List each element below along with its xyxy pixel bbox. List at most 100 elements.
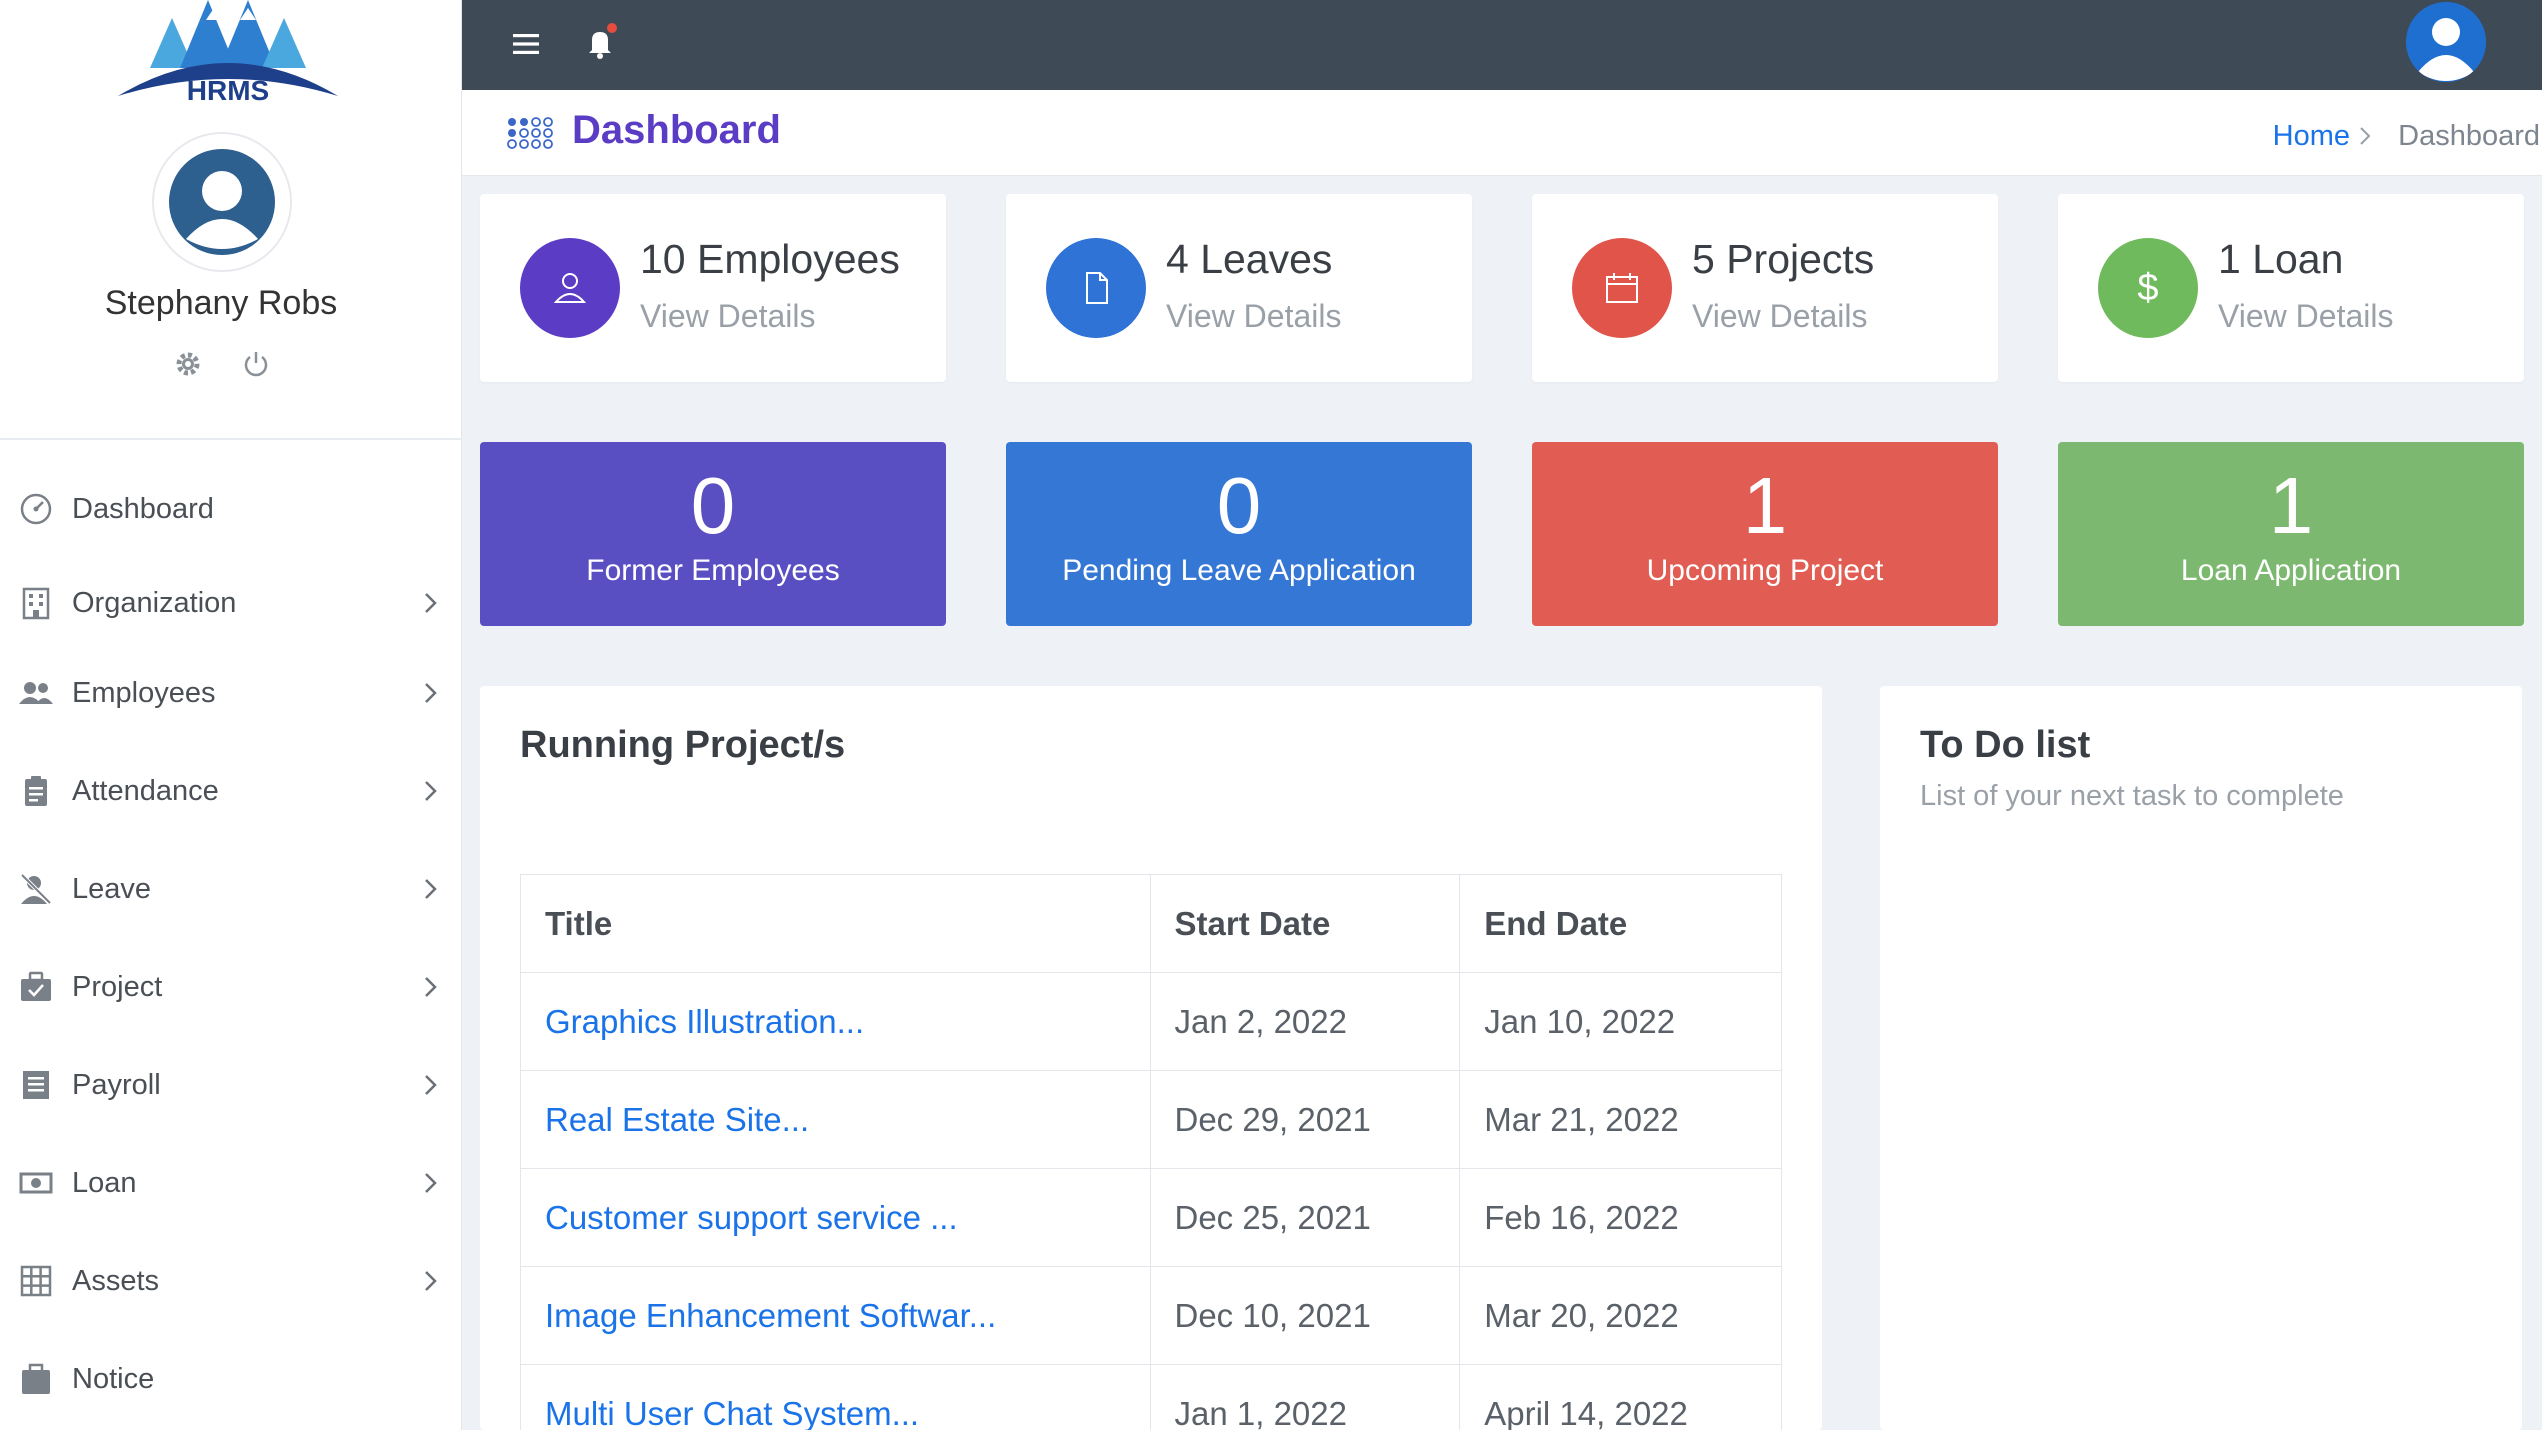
todo-subtitle: List of your next task to complete — [1920, 780, 2344, 812]
column-header-end-date[interactable]: End Date — [1459, 874, 1782, 973]
power-icon[interactable] — [240, 348, 272, 380]
user-tools — [172, 348, 272, 380]
hrms-logo[interactable]: HRMS — [110, 0, 346, 110]
sidebar-item-organization[interactable]: Organization — [0, 568, 462, 638]
person-icon — [520, 238, 620, 338]
former-employees-tile[interactable]: 0 Former Employees — [480, 442, 946, 626]
sidebar-item-label: Attendance — [72, 774, 219, 807]
view-details-link[interactable]: View Details — [2218, 298, 2393, 335]
tile-value: 1 — [2268, 461, 2314, 550]
chevron-right-icon — [418, 1073, 442, 1097]
sidebar-item-loan[interactable]: Loan — [0, 1148, 462, 1218]
menu-toggle-icon[interactable] — [506, 24, 546, 64]
grid-icon — [18, 1263, 54, 1299]
sidebar-item-notice[interactable]: Notice — [0, 1344, 462, 1414]
dollar-icon: $ — [2098, 238, 2198, 338]
stat-card-employees[interactable]: 10 Employees View Details — [480, 194, 946, 382]
project-start-date: Jan 2, 2022 — [1149, 972, 1461, 1071]
tile-label: Upcoming Project — [1646, 554, 1884, 587]
stat-title: 5 Projects — [1692, 236, 1875, 282]
view-details-link[interactable]: View Details — [1692, 298, 1867, 335]
building-icon — [18, 585, 54, 621]
project-end-date: Mar 20, 2022 — [1459, 1266, 1782, 1365]
sidebar-item-label: Employees — [72, 676, 216, 709]
sidebar-item-label: Notice — [72, 1362, 155, 1395]
breadcrumb-home-link[interactable]: Home — [2273, 120, 2350, 153]
page-header: Dashboard Home Dashboard — [462, 90, 2542, 176]
column-header-start-date[interactable]: Start Date — [1149, 874, 1461, 973]
briefcase-icon — [18, 969, 54, 1005]
project-end-date: Feb 16, 2022 — [1459, 1168, 1782, 1267]
project-title-link[interactable]: Multi User Chat System... — [520, 1364, 1151, 1430]
view-details-link[interactable]: View Details — [1166, 298, 1341, 335]
sidebar-item-dashboard[interactable]: Dashboard — [0, 474, 462, 544]
user-avatar[interactable] — [152, 132, 292, 272]
settings-gear-icon[interactable] — [172, 348, 204, 380]
project-title-link[interactable]: Graphics Illustration... — [520, 972, 1151, 1071]
stat-title: 1 Loan — [2218, 236, 2344, 282]
top-bar — [462, 0, 2542, 90]
project-start-date: Dec 10, 2021 — [1149, 1266, 1461, 1365]
chevron-right-icon — [2354, 122, 2376, 150]
tile-value: 1 — [1742, 461, 1788, 550]
tile-label: Pending Leave Application — [1062, 554, 1416, 587]
chevron-right-icon — [418, 877, 442, 901]
pending-leave-tile[interactable]: 0 Pending Leave Application — [1006, 442, 1472, 626]
loan-application-tile[interactable]: 1 Loan Application — [2058, 442, 2524, 626]
sidebar-item-project[interactable]: Project — [0, 952, 462, 1022]
todo-title: To Do list — [1920, 724, 2091, 766]
person-off-icon — [18, 871, 54, 907]
project-end-date: Mar 21, 2022 — [1459, 1070, 1782, 1169]
running-projects-panel: Running Project/s Title Start Date End D… — [480, 686, 1822, 1430]
tile-value: 0 — [1216, 461, 1262, 550]
svg-text:HRMS: HRMS — [187, 75, 269, 106]
stat-card-leaves[interactable]: 4 Leaves View Details — [1006, 194, 1472, 382]
project-title-link[interactable]: Image Enhancement Softwar... — [520, 1266, 1151, 1365]
sidebar-item-employees[interactable]: Employees — [0, 658, 462, 728]
upcoming-project-tile[interactable]: 1 Upcoming Project — [1532, 442, 1998, 626]
sidebar-item-label: Dashboard — [72, 492, 214, 525]
tile-label: Former Employees — [586, 554, 840, 587]
sidebar-item-label: Assets — [72, 1264, 160, 1297]
project-title-link[interactable]: Customer support service ... — [520, 1168, 1151, 1267]
column-header-title[interactable]: Title — [520, 874, 1151, 973]
table-row: Real Estate Site... Dec 29, 2021 Mar 21,… — [520, 1070, 1782, 1169]
view-details-link[interactable]: View Details — [640, 298, 815, 335]
profile-avatar[interactable] — [2406, 2, 2486, 82]
stat-card-projects[interactable]: 5 Projects View Details — [1532, 194, 1998, 382]
sidebar-item-label: Organization — [72, 586, 237, 619]
calendar-icon — [1572, 238, 1672, 338]
table-row: Multi User Chat System... Jan 1, 2022 Ap… — [520, 1364, 1782, 1430]
sidebar: HRMS Stephany Robs Dashboard Organizatio… — [0, 0, 462, 1430]
sidebar-item-payroll[interactable]: Payroll — [0, 1050, 462, 1120]
dashboard-icon — [18, 491, 54, 527]
chevron-right-icon — [418, 681, 442, 705]
sidebar-item-label: Leave — [72, 872, 152, 905]
notice-icon — [18, 1361, 54, 1397]
stat-title: 10 Employees — [640, 236, 900, 282]
document-icon — [1046, 238, 1146, 338]
sidebar-divider — [0, 438, 462, 440]
stat-card-loan[interactable]: $ 1 Loan View Details — [2058, 194, 2524, 382]
chevron-right-icon — [418, 591, 442, 615]
project-title-link[interactable]: Real Estate Site... — [520, 1070, 1151, 1169]
project-end-date: April 14, 2022 — [1459, 1364, 1782, 1430]
notification-bell-icon[interactable] — [580, 22, 620, 62]
people-icon — [18, 675, 54, 711]
list-icon — [18, 1067, 54, 1103]
sidebar-item-assets[interactable]: Assets — [0, 1246, 462, 1316]
chevron-right-icon — [418, 975, 442, 999]
clipboard-icon — [18, 773, 54, 809]
stat-title: 4 Leaves — [1166, 236, 1333, 282]
sidebar-item-attendance[interactable]: Attendance — [0, 756, 462, 826]
sidebar-item-leave[interactable]: Leave — [0, 854, 462, 924]
page-title: Dashboard — [572, 108, 781, 152]
chevron-right-icon — [418, 779, 442, 803]
tile-label: Loan Application — [2180, 554, 2402, 587]
breadcrumb-current: Dashboard — [2398, 120, 2540, 152]
apps-dots-icon — [506, 116, 556, 150]
tile-value: 0 — [690, 461, 736, 550]
sidebar-item-label: Project — [72, 970, 163, 1003]
chevron-right-icon — [418, 1269, 442, 1293]
project-end-date: Jan 10, 2022 — [1459, 972, 1782, 1071]
